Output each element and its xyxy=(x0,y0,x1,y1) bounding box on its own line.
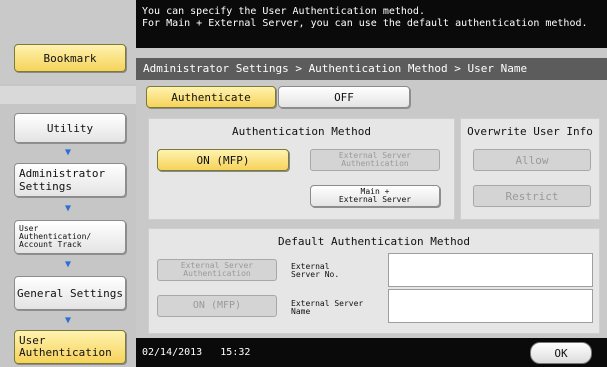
external-server-auth-button[interactable]: External Server Authentication xyxy=(310,149,440,171)
tab-authenticate[interactable]: Authenticate xyxy=(146,86,276,108)
bookmark-label: Bookmark xyxy=(43,51,97,65)
overwrite-user-info-section: Overwrite User Info Allow Restrict xyxy=(460,118,600,220)
external-server-name-field[interactable] xyxy=(388,289,593,323)
tab-off[interactable]: OFF xyxy=(278,86,410,108)
time-text: 15:32 xyxy=(220,347,251,358)
ok-label: OK xyxy=(554,346,568,360)
utility-label: Utility xyxy=(46,121,94,135)
bookmark-button[interactable]: Bookmark xyxy=(14,44,126,72)
tab-off-label: OFF xyxy=(334,90,354,104)
external-server-auth-label-2: Authentication xyxy=(341,159,409,168)
administrator-settings-button[interactable]: Administrator Settings xyxy=(14,163,126,197)
arrow-down-icon: ▼ xyxy=(64,259,72,270)
arrow-down-icon: ▼ xyxy=(64,147,72,158)
main-external-server-button[interactable]: Main + External Server xyxy=(310,185,440,207)
user-auth-account-track-button[interactable]: User Authentication/ Account Track xyxy=(14,220,126,254)
authentication-method-section: Authentication Method ON (MFP) External … xyxy=(148,118,455,220)
screen: Bookmark Utility ▼ Administrator Setting… xyxy=(0,0,607,367)
breadcrumb-strip xyxy=(0,86,136,104)
general-settings-label: General Settings xyxy=(17,286,123,300)
default-authentication-section: Default Authentication Method External S… xyxy=(148,228,600,334)
user-auth-account-track-label-3: Account Track xyxy=(19,240,82,249)
default-on-mfp-label: ON (MFP) xyxy=(192,300,242,311)
tab-authenticate-label: Authenticate xyxy=(171,90,251,104)
administrator-settings-label-2: Settings xyxy=(19,180,72,193)
authentication-method-title: Authentication Method xyxy=(231,125,372,138)
message-bar: You can specify the User Authentication … xyxy=(136,0,607,48)
main-panel: Administrator Settings > Authentication … xyxy=(136,48,607,338)
user-authentication-label-2: Authentication xyxy=(19,346,112,359)
on-mfp-label: ON (MFP) xyxy=(196,153,250,167)
on-mfp-button[interactable]: ON (MFP) xyxy=(157,149,289,171)
restrict-button[interactable]: Restrict xyxy=(473,185,591,207)
utility-button[interactable]: Utility xyxy=(14,113,126,143)
general-settings-button[interactable]: General Settings xyxy=(14,276,126,310)
date-time: 02/14/2013 15:32 xyxy=(142,347,250,358)
external-server-no-field[interactable] xyxy=(388,253,593,287)
ok-button[interactable]: OK xyxy=(530,342,592,364)
overwrite-user-info-title: Overwrite User Info xyxy=(467,125,593,138)
allow-label: Allow xyxy=(515,153,549,167)
default-external-server-auth-button[interactable]: External Server Authentication xyxy=(157,259,277,281)
message-line-1: You can specify the User Authentication … xyxy=(142,6,425,17)
status-bar: 02/14/2013 15:32 OK xyxy=(136,338,607,367)
default-authentication-title: Default Authentication Method xyxy=(277,235,471,248)
main-external-server-label-2: External Server xyxy=(338,195,412,204)
left-navigation: Bookmark Utility ▼ Administrator Setting… xyxy=(0,0,136,367)
date-text: 02/14/2013 xyxy=(142,347,203,358)
default-on-mfp-button[interactable]: ON (MFP) xyxy=(157,295,277,317)
restrict-label: Restrict xyxy=(505,189,559,203)
external-server-name-label-2: Name xyxy=(291,307,311,316)
message-line-2: For Main + External Server, you can use … xyxy=(142,18,588,29)
external-server-no-label: External Server No. xyxy=(291,263,339,279)
administrator-settings-label-1: Administrator xyxy=(19,167,106,180)
arrow-down-icon: ▼ xyxy=(64,315,72,326)
user-authentication-button[interactable]: User Authentication xyxy=(14,330,126,364)
external-server-no-label-2: Server No. xyxy=(291,270,340,279)
default-external-auth-label-2: Authentication xyxy=(183,269,251,278)
external-server-name-label: External Server Name xyxy=(291,300,363,316)
breadcrumb: Administrator Settings > Authentication … xyxy=(136,58,607,80)
allow-button[interactable]: Allow xyxy=(473,149,591,171)
arrow-down-icon: ▼ xyxy=(64,203,72,214)
